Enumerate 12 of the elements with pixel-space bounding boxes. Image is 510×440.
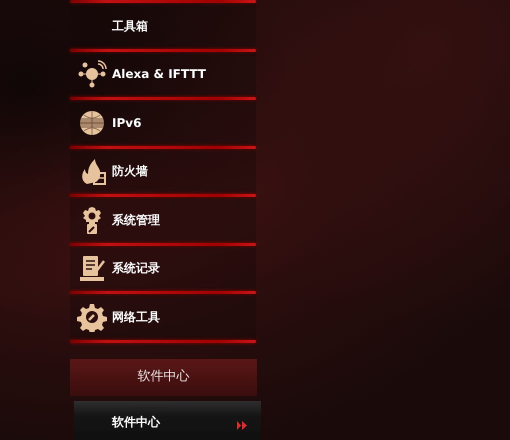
section-header: 软件中心 [70,358,257,396]
document-icon [77,253,107,284]
network-icon [77,59,107,90]
menu-item[interactable]: 防火墙 [70,148,256,194]
menu-item[interactable]: 系统记录 [70,246,256,291]
double-chevron-icon [237,420,247,430]
menu-item[interactable]: 网络工具 [70,294,256,340]
settings-icon [77,302,107,332]
menu-item[interactable]: 系统管理 [70,197,256,242]
menu-item[interactable]: Alexa & IFTTT [70,52,256,97]
submenu-item[interactable]: 软件中心 [74,400,261,440]
menu-item[interactable]: IPv6 [70,100,256,146]
